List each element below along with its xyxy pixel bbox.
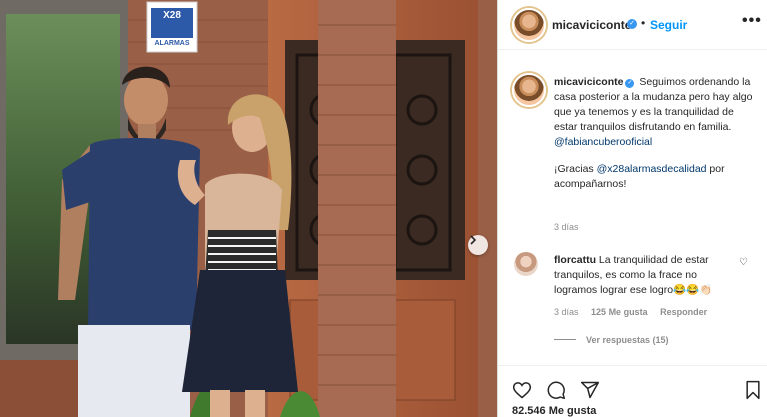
verified-badge-icon: ✓ (627, 19, 637, 29)
share-icon[interactable] (580, 380, 600, 400)
alarm-sign-text: X28 (163, 10, 181, 21)
caption-username[interactable]: micaviciconte (554, 76, 623, 88)
replies-divider-line (554, 339, 576, 340)
post-photo-illustration (0, 0, 497, 417)
author-username[interactable]: micaviciconte (552, 18, 631, 32)
view-replies-label: Ver respuestas (15) (586, 335, 669, 345)
post-likes-count[interactable]: 82.546 Me gusta (512, 405, 596, 417)
next-photo-button[interactable] (468, 235, 488, 255)
view-replies-button[interactable]: Ver respuestas (15) (554, 335, 669, 345)
post-side-panel: micaviciconte ✓ • Seguir ••• micavicicon… (497, 0, 767, 417)
separator-dot: • (641, 16, 646, 30)
author-avatar[interactable] (512, 8, 546, 42)
commenter-avatar[interactable] (514, 252, 538, 276)
comment-meta: 3 días 125 Me gusta Responder (554, 307, 717, 317)
comment-reply-button[interactable]: Responder (660, 307, 707, 317)
verified-badge-icon: ✓ (625, 79, 635, 88)
caption-author-avatar[interactable] (512, 73, 546, 107)
follow-button[interactable]: Seguir (650, 18, 687, 32)
caption-text-thanks: ¡Gracias (554, 163, 594, 175)
more-options-icon[interactable]: ••• (742, 12, 762, 30)
comment-timestamp[interactable]: 3 días (554, 307, 579, 317)
mention-link[interactable]: @fabiancuberooficial (554, 136, 652, 148)
comment-body: florcattu La tranquilidad de estar tranq… (554, 253, 734, 298)
bookmark-icon[interactable] (744, 380, 762, 400)
commenter-username[interactable]: florcattu (554, 254, 596, 266)
mention-link[interactable]: @x28alarmasdecalidad (597, 163, 707, 175)
alarm-sign-subtext: ALARMAS (154, 40, 190, 47)
post-header: micaviciconte ✓ • Seguir ••• (498, 0, 767, 50)
caption-timestamp[interactable]: 3 días (554, 222, 579, 232)
chevron-right-icon (470, 235, 477, 245)
comment-like-heart-icon[interactable]: ♡ (739, 257, 748, 268)
post-photo[interactable]: X28 ALARMAS (0, 0, 497, 417)
heart-icon[interactable] (512, 380, 532, 400)
comment-icon[interactable] (546, 380, 566, 400)
post-caption: micaviciconte ✓ Seguimos ordenando la cas… (554, 75, 754, 192)
comment-likes-count[interactable]: 125 Me gusta (591, 307, 648, 317)
